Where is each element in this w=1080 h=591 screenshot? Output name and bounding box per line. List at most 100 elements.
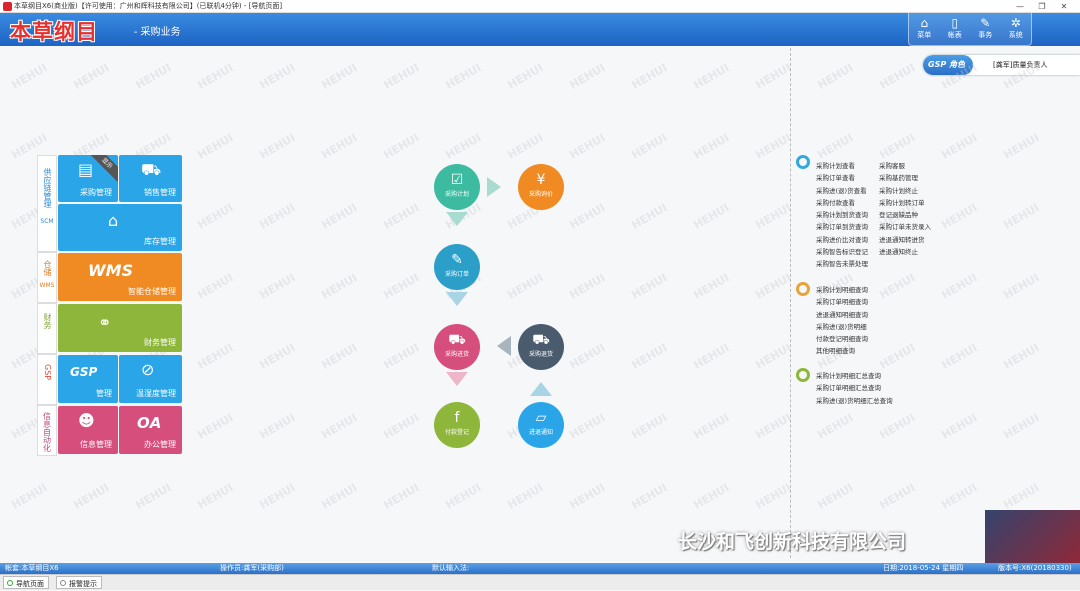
wms-label: 智能仓储管理 xyxy=(128,287,176,296)
flow-purchase-arrival[interactable]: ⛟ 采购进货 xyxy=(434,324,480,370)
watermark-text: HEHUI xyxy=(505,61,546,92)
document-icon: ▱ xyxy=(535,410,547,426)
quick-link[interactable]: 采购计划转订单 xyxy=(879,197,931,209)
temperature-tile[interactable]: ⊘ 温湿度管理 xyxy=(119,355,182,403)
quick-link[interactable]: 采购智告未票处理 xyxy=(816,258,868,270)
warehouse-icon: ⌂ xyxy=(108,211,119,230)
watermark-text: HEHUI xyxy=(691,481,732,512)
watermark-text: HEHUI xyxy=(691,131,732,162)
watermark-text: HEHUI xyxy=(567,411,608,442)
gsp-tile[interactable]: GSP 管理 xyxy=(58,355,118,403)
quick-link[interactable]: 采购客服 xyxy=(879,160,931,172)
watermark-text: HEHUI xyxy=(877,131,918,162)
flow-notice[interactable]: ▱ 进退通知 xyxy=(518,402,564,448)
tab-nav-label: 导航页面 xyxy=(16,580,44,588)
temperature-label: 温湿度管理 xyxy=(136,389,176,398)
arrow-down xyxy=(446,212,468,226)
wms-tile[interactable]: WMS 智能仓储管理 xyxy=(58,253,182,301)
menu-button[interactable]: ⌂ 菜单 xyxy=(909,13,940,45)
purchase-tile[interactable]: ▤ 显示 采购管理 xyxy=(58,155,118,202)
watermark-text: HEHUI xyxy=(319,201,360,232)
quick-link[interactable]: 其他明细查询 xyxy=(816,345,868,357)
watermark-text: HEHUI xyxy=(505,271,546,302)
quick-link[interactable]: 采购进价比对查询 xyxy=(816,234,868,246)
watermark-text: HEHUI xyxy=(319,411,360,442)
watermark-text: HEHUI xyxy=(567,341,608,372)
flow-purchase-return[interactable]: ⛟ 采购退货 xyxy=(518,324,564,370)
tab-alert[interactable]: 报警提示 xyxy=(56,576,102,589)
quick-link[interactable]: 采购付款查看 xyxy=(816,197,868,209)
watermark-text: HEHUI xyxy=(567,61,608,92)
system-button[interactable]: ✲ 系统 xyxy=(1001,13,1032,45)
gsp-role-badge[interactable]: GSP 角色 [龚军]质量负责人 xyxy=(923,55,1080,75)
info-tile[interactable]: ☻ 信息管理 xyxy=(58,406,118,454)
quick-link[interactable]: 进退通知终止 xyxy=(879,246,931,258)
tab-nav[interactable]: 导航页面 xyxy=(3,576,49,589)
quick-link[interactable]: 采购基药管理 xyxy=(879,172,931,184)
quick-link[interactable]: 采购进(退)货查看 xyxy=(816,185,868,197)
reports-button[interactable]: ▯ 帐表 xyxy=(940,13,971,45)
clipboard-icon: ▤ xyxy=(78,160,94,179)
quick-link[interactable]: 采购计划到货查询 xyxy=(816,209,868,221)
watermark-text: HEHUI xyxy=(381,271,422,302)
watermark-text: HEHUI xyxy=(567,481,608,512)
quick-link[interactable]: 进退通知明细查询 xyxy=(816,309,868,321)
watermark-text: HEHUI xyxy=(319,481,360,512)
top-toolbar: ⌂ 菜单 ▯ 帐表 ✎ 事务 ✲ 系统 xyxy=(908,13,1032,46)
quick-link[interactable]: 付款登记明细查询 xyxy=(816,333,868,345)
nav-group-finance: 财务 xyxy=(37,303,57,354)
quick-link[interactable]: 采购订单到货查询 xyxy=(816,221,868,233)
tasks-button[interactable]: ✎ 事务 xyxy=(970,13,1001,45)
flow-purchase-return-label: 采购退货 xyxy=(528,351,553,358)
quick-link[interactable]: 采购计划终止 xyxy=(879,185,931,197)
minimize-button[interactable]: — xyxy=(1010,0,1030,13)
links-col-2: 采购客服 采购基药管理 采购计划终止 采购计划转订单 登记退缺品种 采购订单未货录入 进退通… xyxy=(879,160,931,258)
watermark-text: HEHUI xyxy=(257,271,298,302)
sales-tile[interactable]: ⛟ 销售管理 xyxy=(119,155,182,202)
sales-label: 销售管理 xyxy=(144,188,176,197)
watermark-text: HEHUI xyxy=(629,341,670,372)
pen-icon: ✎ xyxy=(451,252,463,268)
info-label: 信息管理 xyxy=(80,440,112,449)
office-tile[interactable]: OA 办公管理 xyxy=(119,406,182,454)
watermark-text: HEHUI xyxy=(629,411,670,442)
watermark-text: HEHUI xyxy=(319,341,360,372)
watermark-text: HEHUI xyxy=(443,61,484,92)
search-icon xyxy=(796,282,810,296)
quick-link[interactable]: 采购订单明细查询 xyxy=(816,296,868,308)
watermark-text: HEHUI xyxy=(939,481,980,512)
truck-return-icon: ⛟ xyxy=(532,332,550,348)
quick-link[interactable]: 采购计划明细查询 xyxy=(816,284,868,296)
arrow-down xyxy=(446,292,468,306)
quick-link[interactable]: 采购进(退)货明细 xyxy=(816,321,868,333)
watermark-text: HEHUI xyxy=(939,411,980,442)
quick-link[interactable]: 采购订单查看 xyxy=(816,172,868,184)
quick-link[interactable]: 采购订单明细汇总查询 xyxy=(816,382,893,394)
watermark-text: HEHUI xyxy=(9,481,50,512)
flow-purchase-plan[interactable]: ☑ 采购计划 xyxy=(434,164,480,210)
quick-link[interactable]: 进退通知转进货 xyxy=(879,234,931,246)
watermark-text: HEHUI xyxy=(257,61,298,92)
watermark-text: HEHUI xyxy=(71,481,112,512)
quick-link[interactable]: 采购进(退)货明细汇总查询 xyxy=(816,395,893,407)
watermark-text: HEHUI xyxy=(1001,201,1042,232)
status-input: 默认输入法: xyxy=(432,564,470,572)
quick-link[interactable]: 采购订单未货录入 xyxy=(879,221,931,233)
flow-purchase-order[interactable]: ✎ 采购订单 xyxy=(434,244,480,290)
nav-group-info: 信息自动化 xyxy=(37,405,57,456)
app-logo: 本草纲目 xyxy=(10,19,98,44)
reports-label: 帐表 xyxy=(947,31,962,39)
quick-link[interactable]: 登记退缺品种 xyxy=(879,209,931,221)
close-button[interactable]: ✕ xyxy=(1054,0,1074,13)
maximize-button[interactable]: ❐ xyxy=(1032,0,1052,13)
watermark-text: HEHUI xyxy=(381,201,422,232)
finance-tile[interactable]: ⚭ 财务管理 xyxy=(58,304,182,352)
flow-payment[interactable]: f 付款登记 xyxy=(434,402,480,448)
quick-link[interactable]: 采购计划查看 xyxy=(816,160,868,172)
quick-link[interactable]: 采购智告标识登记 xyxy=(816,246,868,258)
inventory-tile[interactable]: ⌂ 库存管理 xyxy=(58,204,182,251)
watermark-text: HEHUI xyxy=(629,61,670,92)
flow-purchase-inquiry[interactable]: ¥ 采购询价 xyxy=(518,164,564,210)
watermark-text: HEHUI xyxy=(257,341,298,372)
quick-link[interactable]: 采购计划明细汇总查询 xyxy=(816,370,893,382)
